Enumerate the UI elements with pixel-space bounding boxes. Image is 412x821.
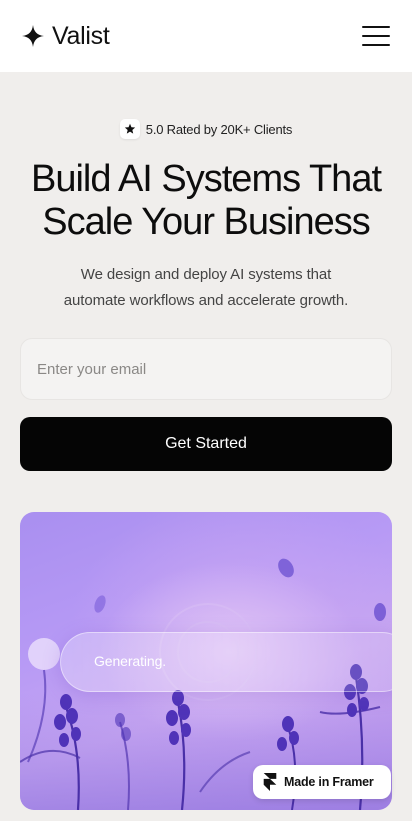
made-in-framer-badge[interactable]: Made in Framer: [253, 765, 391, 799]
star-icon: [119, 119, 140, 139]
get-started-button[interactable]: Get Started: [20, 417, 392, 471]
hero-title: Build AI Systems That Scale Your Busines…: [0, 158, 412, 244]
landing-page: Valist 5.0 Rated by 20K+ Clients Build A…: [0, 0, 412, 821]
hamburger-menu-icon[interactable]: [362, 24, 390, 48]
rating-text: 5.0 Rated by 20K+ Clients: [145, 121, 293, 137]
hero-title-line-1: Build AI Systems That: [30, 158, 382, 200]
brand-name: Valist: [52, 21, 110, 50]
hero-subtitle-line-1: We design and deploy AI systems that: [80, 266, 332, 283]
made-in-framer-label: Made in Framer: [284, 775, 374, 789]
hero-title-line-2: Scale Your Business: [42, 201, 370, 243]
rating-badge: 5.0 Rated by 20K+ Clients: [0, 119, 412, 139]
sparkle-icon: [22, 25, 44, 47]
framer-logo-icon: [263, 773, 277, 791]
brand-logo[interactable]: Valist: [22, 21, 110, 51]
hero-subtitle: We design and deploy AI systems that aut…: [30, 262, 382, 314]
generating-status: Generating.: [94, 653, 167, 669]
email-input[interactable]: [20, 338, 392, 400]
site-header: Valist: [0, 0, 412, 72]
hero-subtitle-line-2: automate workflows and accelerate growth…: [63, 292, 349, 309]
